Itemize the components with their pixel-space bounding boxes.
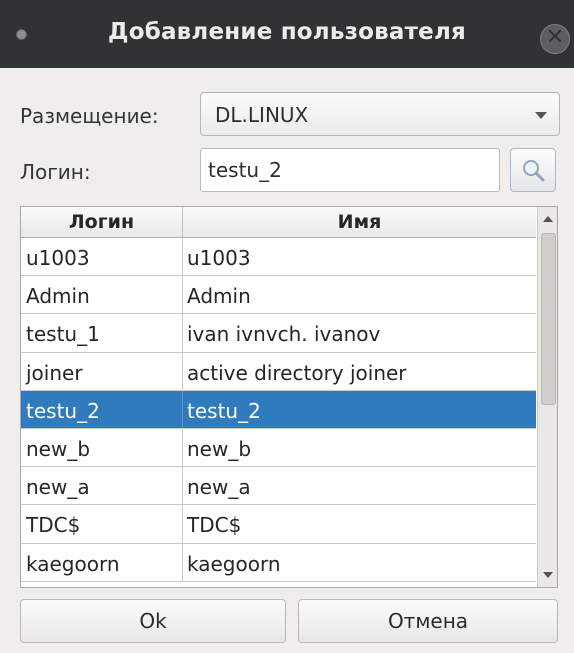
scrollbar-thumb[interactable] — [541, 233, 556, 405]
cell-login: testu_2 — [26, 398, 100, 423]
cell-login: joiner — [26, 360, 83, 385]
users-table: Логин Имя u1003 u1003 Admin Admin testu_1 iva… — [20, 206, 558, 588]
login-input[interactable] — [200, 148, 500, 192]
cell-name: new_b — [187, 436, 252, 461]
cell-name: u1003 — [187, 246, 251, 270]
cell-login: Admin — [26, 284, 90, 309]
cell-name: active directory joiner — [187, 360, 407, 385]
table-header: Логин Имя — [21, 207, 536, 238]
placement-dropdown[interactable]: DL.LINUX — [200, 92, 560, 136]
column-divider — [182, 390, 183, 428]
search-icon — [523, 160, 545, 182]
table-row[interactable]: kaegoorn kaegoorn — [21, 543, 536, 582]
column-divider — [182, 314, 183, 352]
placement-value: DL.LINUX — [215, 103, 309, 127]
login-label: Логин: — [20, 160, 91, 184]
column-divider — [182, 543, 183, 581]
table-row[interactable]: new_a new_a — [21, 467, 536, 506]
table-row[interactable]: joiner active directory joiner — [21, 352, 536, 391]
ok-button[interactable]: Ok — [20, 599, 286, 643]
placement-label: Размещение: — [20, 104, 159, 128]
cell-login: u1003 — [26, 246, 90, 270]
table-row[interactable]: new_b new_b — [21, 428, 536, 468]
table-row[interactable]: testu_2 testu_2 — [21, 390, 536, 429]
column-header-login[interactable]: Логин — [21, 207, 183, 237]
table-row[interactable]: u1003 u1003 — [21, 238, 536, 277]
column-divider — [182, 276, 183, 314]
cell-name: new_a — [187, 475, 251, 500]
chevron-down-icon — [535, 112, 547, 119]
cell-name: ivan ivnvch. ivanov — [187, 322, 381, 347]
cell-login: new_b — [26, 436, 91, 461]
cell-login: kaegoorn — [26, 551, 120, 576]
cell-login: testu_1 — [26, 322, 100, 347]
title-bar: Добавление пользователя ✕ — [0, 0, 574, 68]
vertical-scrollbar[interactable] — [537, 207, 557, 587]
scroll-up-icon[interactable] — [543, 216, 553, 222]
table-row[interactable]: Admin Admin — [21, 276, 536, 315]
cell-name: TDC$ — [187, 513, 242, 538]
table-row[interactable]: testu_1 ivan ivnvch. ivanov — [21, 314, 536, 353]
cell-login: new_a — [26, 475, 90, 500]
window-title: Добавление пользователя — [108, 19, 466, 45]
column-divider — [182, 505, 183, 543]
column-divider — [182, 238, 183, 276]
cell-name: kaegoorn — [187, 551, 281, 576]
cell-name: Admin — [187, 284, 251, 309]
column-divider — [182, 352, 183, 390]
scroll-down-icon[interactable] — [543, 572, 553, 578]
column-header-name[interactable]: Имя — [183, 207, 536, 237]
table-body: u1003 u1003 Admin Admin testu_1 ivan ivnvch. … — [21, 238, 536, 582]
cell-name: testu_2 — [187, 398, 261, 423]
cancel-button[interactable]: Отмена — [298, 599, 558, 643]
close-icon[interactable]: ✕ — [540, 24, 570, 54]
column-divider — [182, 428, 183, 467]
column-divider — [182, 467, 183, 505]
table-row[interactable]: TDC$ TDC$ — [21, 505, 536, 544]
cell-login: TDC$ — [26, 513, 81, 538]
search-button[interactable] — [510, 148, 556, 192]
